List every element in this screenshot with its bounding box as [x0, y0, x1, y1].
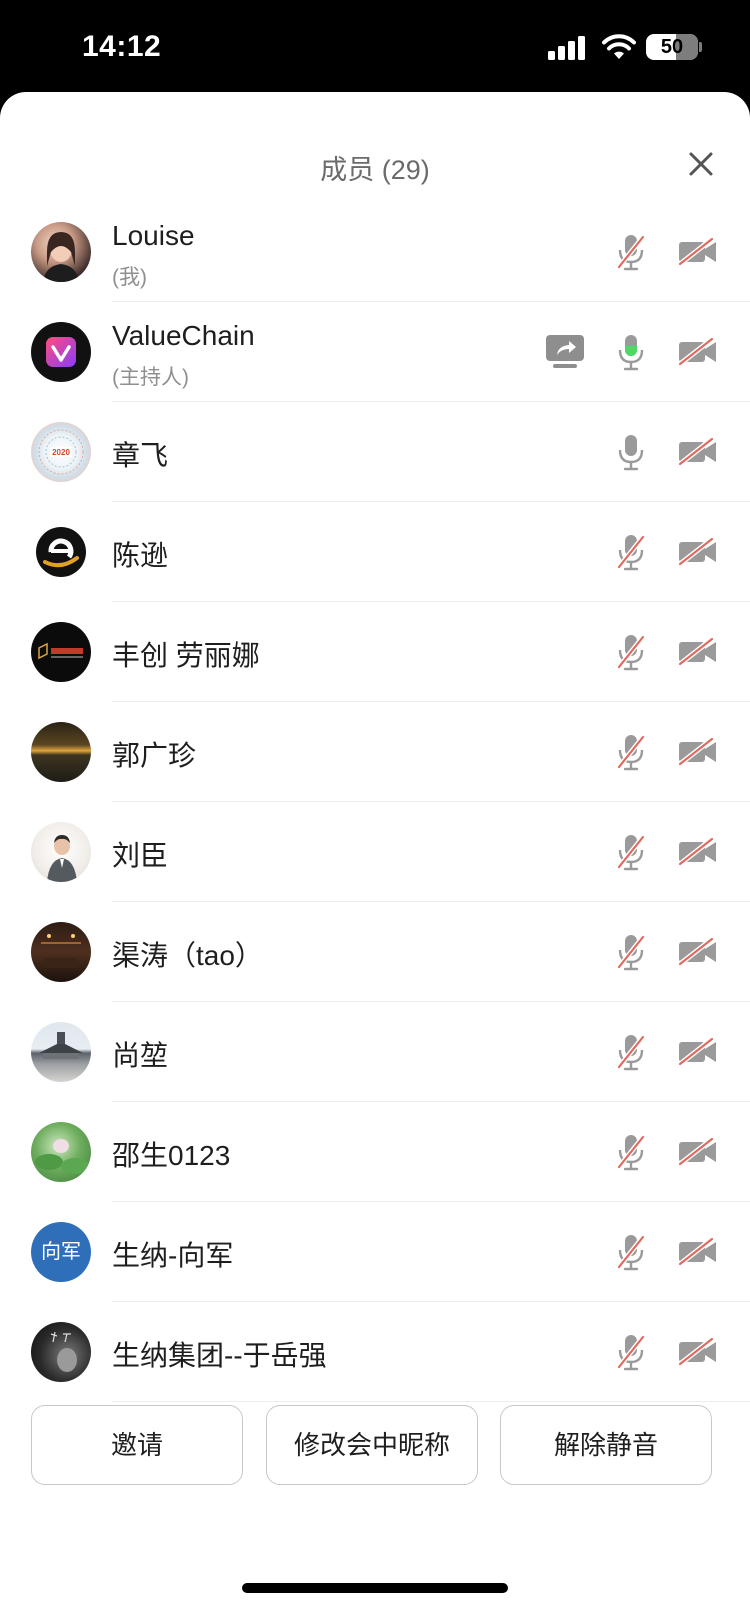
mic-active-icon[interactable]: [616, 332, 646, 372]
member-row[interactable]: 2020 章飞: [0, 402, 750, 502]
camera-off-icon[interactable]: [678, 436, 718, 466]
member-name: 尚堃: [112, 1040, 169, 1071]
member-name: 丰创 劳丽娜: [112, 640, 260, 671]
mic-muted-icon[interactable]: [616, 532, 646, 572]
avatar: [31, 722, 91, 782]
invite-button[interactable]: 邀请: [31, 1405, 243, 1485]
member-list[interactable]: Louise (我) ValueChain (主持人) 2020 章飞 陈逊 丰…: [0, 202, 750, 1497]
member-name: Louise: [112, 220, 195, 251]
home-indicator[interactable]: [242, 1583, 508, 1593]
member-row[interactable]: 丰创 劳丽娜: [0, 602, 750, 702]
member-row[interactable]: ValueChain (主持人): [0, 302, 750, 402]
avatar: [31, 522, 91, 582]
member-role: (我): [112, 266, 147, 289]
unmute-all-button[interactable]: 解除静音: [500, 1405, 712, 1485]
mic-muted-icon[interactable]: [616, 1132, 646, 1172]
battery-nub: [699, 42, 702, 52]
avatar: [31, 1022, 91, 1082]
member-row[interactable]: 渠涛（tao）: [0, 902, 750, 1002]
mic-muted-icon[interactable]: [616, 732, 646, 772]
avatar: [31, 1322, 91, 1382]
avatar: [31, 622, 91, 682]
camera-off-icon[interactable]: [678, 336, 718, 366]
member-row[interactable]: 生纳集团--于岳强: [0, 1302, 750, 1402]
mic-muted-icon[interactable]: [616, 632, 646, 672]
member-row[interactable]: 郭广珍: [0, 702, 750, 802]
member-name: 章飞: [112, 440, 169, 471]
cellular-signal-icon: [548, 36, 586, 60]
member-name: 刘臣: [112, 840, 169, 871]
member-name: 生纳集团--于岳强: [112, 1340, 327, 1371]
wifi-icon: [602, 34, 636, 59]
mic-muted-icon[interactable]: [616, 1232, 646, 1272]
battery-icon: 50: [646, 34, 698, 60]
status-bar: 14:12 50: [0, 0, 750, 95]
close-icon[interactable]: [683, 146, 719, 182]
camera-off-icon[interactable]: [678, 736, 718, 766]
member-name: 邵生0123: [112, 1140, 231, 1171]
rename-button[interactable]: 修改会中昵称: [266, 1405, 478, 1485]
mic-muted-icon[interactable]: [616, 1032, 646, 1072]
member-row[interactable]: 邵生0123: [0, 1102, 750, 1202]
camera-off-icon[interactable]: [678, 836, 718, 866]
camera-off-icon[interactable]: [678, 636, 718, 666]
members-sheet: 成员 (29) Louise (我) ValueChain (主持人) 2020…: [0, 92, 750, 1623]
avatar: [31, 222, 91, 282]
mic-muted-icon[interactable]: [616, 1332, 646, 1372]
member-name: 渠涛（tao）: [112, 940, 263, 971]
member-role: (主持人): [112, 366, 189, 389]
sheet-title: 成员 (29): [320, 155, 430, 185]
mic-muted-icon[interactable]: [616, 832, 646, 872]
avatar: [31, 322, 91, 382]
member-row[interactable]: 尚堃: [0, 1002, 750, 1102]
member-name: 生纳-向军: [112, 1240, 234, 1271]
camera-off-icon[interactable]: [678, 1236, 718, 1266]
member-name: 陈逊: [112, 540, 169, 571]
avatar: 2020: [31, 422, 91, 482]
mic-icon[interactable]: [616, 432, 646, 472]
avatar: 向军: [31, 1222, 91, 1282]
mic-muted-icon[interactable]: [616, 932, 646, 972]
avatar: [31, 822, 91, 882]
avatar: [31, 1122, 91, 1182]
camera-off-icon[interactable]: [678, 1036, 718, 1066]
camera-off-icon[interactable]: [678, 536, 718, 566]
camera-off-icon[interactable]: [678, 1336, 718, 1366]
member-row[interactable]: Louise (我): [0, 202, 750, 302]
member-name: 郭广珍: [112, 740, 197, 771]
member-row[interactable]: 陈逊: [0, 502, 750, 602]
battery-level: 50: [660, 36, 684, 58]
avatar-text: 2020: [52, 448, 70, 457]
member-name: ValueChain: [112, 320, 255, 351]
avatar: [31, 922, 91, 982]
action-bar: 邀请 修改会中昵称 解除静音: [0, 1405, 750, 1505]
camera-off-icon[interactable]: [678, 236, 718, 266]
screen-share-icon: [546, 335, 584, 368]
camera-off-icon[interactable]: [678, 1136, 718, 1166]
member-row[interactable]: 刘臣: [0, 802, 750, 902]
member-row[interactable]: 向军 生纳-向军: [0, 1202, 750, 1302]
mic-muted-icon[interactable]: [616, 232, 646, 272]
camera-off-icon[interactable]: [678, 936, 718, 966]
status-time: 14:12: [82, 30, 162, 63]
